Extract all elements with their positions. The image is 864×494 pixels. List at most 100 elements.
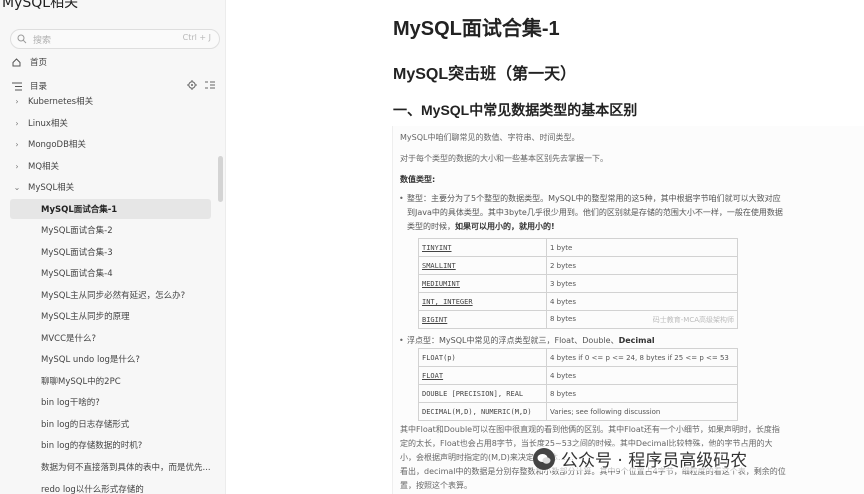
table-cell-type: FLOAT <box>418 366 547 385</box>
tree-child[interactable]: 数据为何不直接落到具体的表中，而是优先... <box>0 457 224 477</box>
table-cell-size: 8 bytes 码士教育-MCA高级架构师 <box>546 310 738 329</box>
tree-child[interactable]: MySQL主从同步的原理 <box>0 306 224 326</box>
tree-child[interactable]: redo log以什么形式存储的 <box>0 479 224 494</box>
document-view: MySQL面试合集-1 MySQL突击班（第一天） 一、MySQL中常见数据类型… <box>227 0 864 494</box>
table-cell-type: FLOAT(p) <box>418 348 547 367</box>
tree-child[interactable]: 聊聊MySQL中的2PC <box>0 371 224 391</box>
table-cell-type: BIGINT <box>418 310 547 329</box>
table-row: SMALLINT 2 bytes <box>418 256 738 275</box>
list-text: 整型：主要分为了5个整型的数据类型。MySQL中的整型常用的这5种，其中根据字节… <box>407 194 781 203</box>
tree-child[interactable]: bin log的日志存储形式 <box>0 414 224 434</box>
nav-home-label: 首页 <box>30 58 48 68</box>
chevron-right-icon: › <box>15 139 19 149</box>
paragraph: 其中Float和Double可以在图中很直观的看到他俩的区别。其中Float还有… <box>400 425 780 434</box>
page-title: MySQL面试合集-1 <box>393 18 560 40</box>
tree-child-label: MySQL面试合集-2 <box>41 226 113 236</box>
sidebar: MySQL相关 搜索 Ctrl + J 首页 目录 › Kubernetes相关… <box>0 0 226 494</box>
table-cell-size: 4 bytes if 0 <= p <= 24, 8 bytes if 25 <… <box>546 348 738 367</box>
section-heading-3: 一、MySQL中常见数据类型的基本区别 <box>393 102 638 118</box>
tree-child[interactable]: MVCC是什么? <box>0 328 224 348</box>
list-text: 到Java中的具体类型。其中3byte几乎很少用到。他们的区别就是存储的范围大小… <box>407 208 783 217</box>
window-title: MySQL相关 <box>2 0 79 11</box>
watermark-text: 码士教育-MCA高级架构师 <box>652 315 734 324</box>
tree-child-label: MySQL undo log是什么? <box>41 355 140 365</box>
chevron-down-icon: ⌄ <box>13 182 21 192</box>
tree-child[interactable]: bin log干啥的? <box>0 392 224 412</box>
tree-child-label: 数据为何不直接落到具体的表中，而是优先... <box>41 463 211 473</box>
tree-child[interactable]: bin log的存储数据的时机? <box>0 435 224 455</box>
table-row: FLOAT 4 bytes <box>418 366 738 385</box>
table-cell-type: INT, INTEGER <box>418 292 547 311</box>
tree-item-mongodb[interactable]: › MongoDB相关 <box>0 134 224 154</box>
sidebar-scrollbar[interactable] <box>218 156 223 202</box>
table-cell-type: SMALLINT <box>418 256 547 275</box>
float-types-table: FLOAT(p) 4 bytes if 0 <= p <= 24, 8 bytes… <box>418 348 738 421</box>
chevron-right-icon: › <box>15 96 19 106</box>
wechat-watermark: 公众号 · 程序员高级码农 <box>533 446 748 471</box>
tree-child[interactable]: MySQL面试合集-4 <box>0 263 224 283</box>
list-text-bold: Decimal <box>618 336 655 345</box>
paragraph: MySQL中咱们聊常见的数值、字符串、时间类型。 <box>400 133 580 142</box>
search-placeholder: 搜索 <box>33 36 52 46</box>
tree-item-mysql[interactable]: ⌄ MySQL相关 <box>0 177 224 197</box>
tree-item-label: MQ相关 <box>28 162 60 172</box>
tree-child-selected[interactable]: MySQL面试合集-1 <box>10 199 211 219</box>
table-cell-size: 8 bytes <box>546 384 738 403</box>
int-types-table: TINYINT 1 byte SMALLINT 2 bytes MEDIUMINT 3… <box>418 238 738 329</box>
table-cell-size: 3 bytes <box>546 274 738 293</box>
table-row: DOUBLE [PRECISION], REAL 8 bytes <box>418 384 738 403</box>
tree-child-label: bin log的存储数据的时机? <box>41 441 143 451</box>
list-text-bold: 如果可以用小的，就用小的! <box>455 222 555 231</box>
tree-child[interactable]: MySQL面试合集-2 <box>0 220 224 240</box>
toc-actions <box>187 80 215 90</box>
table-cell-type: MEDIUMINT <box>418 274 547 293</box>
search-shortcut: Ctrl + J <box>182 33 211 42</box>
tree-child[interactable]: MySQL undo log是什么? <box>0 349 224 369</box>
table-row: BIGINT 8 bytes 码士教育-MCA高级架构师 <box>418 310 738 329</box>
section-heading-2: MySQL突击班（第一天） <box>393 66 577 83</box>
chevron-right-icon: › <box>15 161 19 171</box>
tree-child[interactable]: MySQL面试合集-3 <box>0 242 224 262</box>
list-item: • 浮点型：MySQL中常见的浮点类型就三，Float、Double、Decim… <box>399 334 847 348</box>
tree-item-label: Kubernetes相关 <box>28 97 94 107</box>
table-cell-size: 4 bytes <box>546 292 738 311</box>
table-cell-size: Varies; see following discussion <box>546 402 738 421</box>
search-input[interactable]: 搜索 Ctrl + J <box>10 29 220 49</box>
table-cell-size: 2 bytes <box>546 256 738 275</box>
tree-child-label: bin log的日志存储形式 <box>41 420 130 430</box>
tree-child-label: MVCC是什么? <box>41 334 97 344</box>
list-text: 浮点型：MySQL中常见的浮点类型就三，Float、Double、 <box>407 336 619 345</box>
table-cell-type: DECIMAL(M,D), NUMERIC(M,D) <box>418 402 547 421</box>
watermark-brand: 公众号 · 程序员高级码农 <box>561 451 748 471</box>
table-row: INT, INTEGER 4 bytes <box>418 292 738 311</box>
paragraph: 置，按照这个表算。 <box>400 481 472 490</box>
tree-item-label: MySQL相关 <box>28 183 75 193</box>
locate-icon[interactable] <box>187 80 197 90</box>
table-row: FLOAT(p) 4 bytes if 0 <= p <= 24, 8 bytes… <box>418 348 738 367</box>
list-item: • 整型：主要分为了5个整型的数据类型。MySQL中的整型常用的这5种，其中根据… <box>399 192 847 234</box>
tree-item-kubernetes[interactable]: › Kubernetes相关 <box>0 91 224 111</box>
tree-child[interactable]: MySQL主从同步必然有延迟，怎么办? <box>0 285 224 305</box>
tree-child-label: bin log干啥的? <box>41 398 100 408</box>
bullet-icon: • <box>399 194 404 203</box>
tree-child-label: MySQL面试合集-1 <box>41 205 118 215</box>
tree-child-label: 聊聊MySQL中的2PC <box>41 377 121 387</box>
table-cell-type: DOUBLE [PRECISION], REAL <box>418 384 547 403</box>
search-icon <box>17 34 27 44</box>
tree-child-label: MySQL主从同步必然有延迟，怎么办? <box>41 291 186 301</box>
tree-child-label: redo log以什么形式存储的 <box>41 485 144 494</box>
tree-item-mq[interactable]: › MQ相关 <box>0 156 224 176</box>
tree-item-linux[interactable]: › Linux相关 <box>0 113 224 133</box>
tree-item-label: Linux相关 <box>28 119 68 129</box>
table-row: DECIMAL(M,D), NUMERIC(M,D) Varies; see fo… <box>418 402 738 421</box>
paragraph: 对于每个类型的数据的大小和一些基本区别先去掌握一下。 <box>400 154 608 163</box>
home-icon <box>12 57 26 67</box>
table-cell-size: 1 byte <box>546 238 738 257</box>
nav-home[interactable]: 首页 <box>0 52 224 72</box>
table-cell-text: 8 bytes <box>550 314 576 323</box>
list-text: 类型的时候， <box>407 222 455 231</box>
collapse-all-icon[interactable] <box>205 80 215 90</box>
table-row: MEDIUMINT 3 bytes <box>418 274 738 293</box>
table-cell-size: 4 bytes <box>546 366 738 385</box>
wechat-icon <box>533 447 555 470</box>
